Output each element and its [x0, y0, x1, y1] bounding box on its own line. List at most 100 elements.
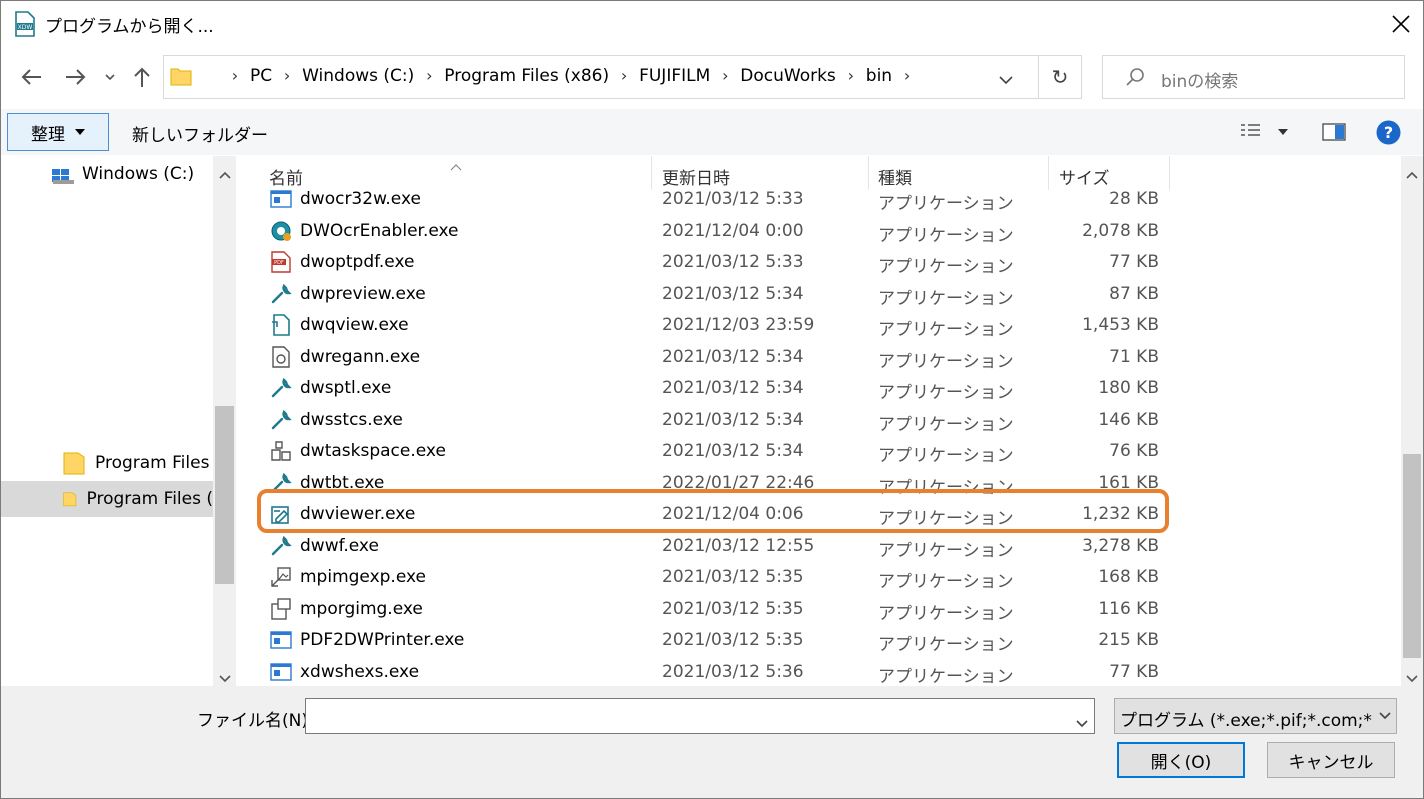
navigation-scrollbar[interactable] — [213, 156, 236, 686]
breadcrumb-windows-c[interactable]: Windows (C:) — [302, 66, 414, 86]
pdf-icon: PDF — [270, 251, 292, 273]
file-size: 180 KB — [1098, 378, 1159, 398]
nav-item-windows-c[interactable]: Windows (C:) — [51, 156, 194, 192]
breadcrumb-program-files-x86[interactable]: Program Files (x86) — [444, 66, 609, 86]
breadcrumb-fujifilm[interactable]: FUJIFILM — [639, 66, 710, 86]
nav-item-program-files-x86[interactable]: Program Files ( — [1, 481, 213, 517]
file-type: アプリケーション — [878, 288, 1014, 309]
column-name[interactable]: 名前 — [269, 164, 303, 189]
navigation-pane: Windows (C:) Program Files Program Files… — [1, 156, 236, 686]
organize-label: 整理 — [31, 124, 65, 145]
image-export-icon — [270, 566, 292, 588]
file-name: dwsptl.exe — [300, 378, 392, 398]
app-window-icon — [270, 190, 292, 210]
nav-item-program-files[interactable]: Program Files — [63, 445, 209, 481]
up-arrow-icon — [134, 67, 150, 87]
file-row[interactable]: DWOcrEnabler.exe 2021/12/04 0:00 アプリケーション 2… — [237, 216, 1401, 247]
file-date: 2021/12/04 0:00 — [662, 220, 804, 241]
ocr-gear-icon — [270, 220, 292, 242]
scroll-up-icon[interactable] — [219, 164, 231, 183]
file-row[interactable]: mporgimg.exe 2021/03/12 5:35 アプリケーション 116 K… — [237, 594, 1401, 625]
search-icon — [1125, 67, 1145, 91]
file-date: 2021/03/12 5:36 — [662, 661, 804, 682]
file-date: 2021/03/12 5:33 — [662, 190, 804, 209]
recent-locations-button[interactable] — [100, 63, 120, 91]
file-row[interactable]: mpimgexp.exe 2021/03/12 5:35 アプリケーション 168 K… — [237, 562, 1401, 593]
scroll-down-icon[interactable] — [219, 668, 231, 687]
breadcrumb-pc[interactable]: PC — [250, 66, 272, 86]
wrench-icon — [270, 283, 292, 305]
refresh-button[interactable]: ↻ — [1038, 55, 1082, 99]
folder-icon — [63, 452, 85, 475]
file-row[interactable]: PDF2DWPrinter.exe 2021/03/12 5:35 アプリケーション… — [237, 625, 1401, 656]
file-name: PDF2DWPrinter.exe — [300, 630, 465, 650]
address-dropdown-button[interactable] — [999, 70, 1013, 89]
organize-button[interactable]: 整理 — [7, 113, 109, 151]
forward-button[interactable] — [62, 63, 90, 91]
file-date: 2021/03/12 5:34 — [662, 346, 804, 367]
breadcrumb-bin[interactable]: bin — [866, 66, 892, 86]
file-type-dropdown-button[interactable] — [1373, 699, 1396, 733]
svg-text:PDF: PDF — [274, 260, 284, 266]
scroll-up-icon[interactable] — [1406, 164, 1418, 183]
search-input[interactable]: binの検索 — [1161, 67, 1238, 92]
file-list: dwocr32w.exe 2021/03/12 5:33 アプリケーション 28 KB… — [237, 190, 1401, 686]
file-size: 168 KB — [1098, 567, 1159, 587]
file-type-value: プログラム (*.exe;*.pif;*.com;*.bat — [1120, 711, 1397, 731]
scrollbar-thumb[interactable] — [1403, 454, 1421, 658]
image-organize-icon — [270, 597, 292, 620]
file-size: 215 KB — [1098, 630, 1159, 650]
file-row[interactable]: dwwf.exe 2021/03/12 12:55 アプリケーション 3,278 KB — [237, 531, 1401, 562]
scroll-down-icon[interactable] — [1406, 668, 1418, 687]
file-row[interactable]: dwregann.exe 2021/03/12 5:34 アプリケーション 71 KB — [237, 342, 1401, 373]
file-row[interactable]: dwsptl.exe 2021/03/12 5:34 アプリケーション 180 KB — [237, 373, 1401, 404]
cancel-button[interactable]: キャンセル — [1267, 742, 1395, 778]
column-date[interactable]: 更新日時 — [662, 164, 730, 189]
chevron-down-icon — [1379, 712, 1391, 720]
column-size[interactable]: サイズ — [1059, 164, 1110, 189]
wrench-icon — [270, 377, 292, 399]
file-name: dwtaskspace.exe — [300, 441, 446, 461]
back-button[interactable] — [17, 63, 45, 91]
file-row[interactable]: dwpreview.exe 2021/03/12 5:34 アプリケーション 87 K… — [237, 279, 1401, 310]
file-date: 2021/03/12 5:33 — [662, 252, 804, 272]
open-button[interactable]: 開く(O) — [1117, 742, 1245, 778]
file-name: dwqview.exe — [300, 315, 409, 335]
preview-pane-button[interactable] — [1322, 122, 1346, 146]
folder-icon — [170, 65, 192, 91]
file-name: xdwshexs.exe — [300, 661, 420, 682]
filename-dropdown-button[interactable] — [1076, 713, 1088, 732]
address-bar[interactable]: › PC › Windows (C:) › Program Files (x86… — [163, 55, 1082, 99]
file-size: 1,453 KB — [1082, 315, 1159, 335]
scrollbar-thumb[interactable] — [215, 406, 234, 584]
breadcrumb-docuworks[interactable]: DocuWorks — [740, 66, 836, 86]
filename-label: ファイル名(N): — [197, 711, 314, 731]
file-row[interactable]: dwsstcs.exe 2021/03/12 5:34 アプリケーション 146 KB — [237, 405, 1401, 436]
up-button[interactable] — [128, 63, 156, 91]
file-row[interactable]: dwqview.exe 2021/12/03 23:59 アプリケーション 1,453… — [237, 310, 1401, 341]
file-name: dwsstcs.exe — [300, 409, 403, 430]
folder-icon — [63, 492, 77, 507]
file-name: DWOcrEnabler.exe — [300, 220, 459, 241]
view-options-button[interactable] — [1239, 121, 1289, 145]
search-box[interactable]: binの検索 — [1102, 55, 1405, 99]
file-row[interactable]: PDF dwoptpdf.exe 2021/03/12 5:33 アプリケーション 77… — [237, 247, 1401, 278]
help-button[interactable]: ? — [1376, 120, 1401, 149]
file-row[interactable]: dwtaskspace.exe 2021/03/12 5:34 アプリケーション 76… — [237, 436, 1401, 467]
file-type-select[interactable]: プログラム (*.exe;*.pif;*.com;*.bat — [1114, 698, 1397, 734]
file-date: 2021/03/12 5:34 — [662, 283, 804, 304]
svg-text:?: ? — [1384, 123, 1393, 142]
wrench-icon — [270, 409, 292, 431]
file-type: アプリケーション — [878, 603, 1014, 624]
filename-field[interactable] — [305, 698, 1095, 734]
file-row[interactable]: dwocr32w.exe 2021/03/12 5:33 アプリケーション 28 KB — [237, 190, 1401, 215]
file-type: アプリケーション — [878, 666, 1014, 687]
close-button[interactable] — [1383, 7, 1419, 41]
close-icon — [1392, 15, 1410, 33]
column-type[interactable]: 種類 — [878, 164, 912, 189]
file-list-scrollbar[interactable] — [1401, 156, 1423, 686]
file-row[interactable]: xdwshexs.exe 2021/03/12 5:36 アプリケーション 77 KB — [237, 657, 1401, 687]
window-title: プログラムから開く... — [45, 17, 214, 37]
file-type: アプリケーション — [878, 225, 1014, 246]
new-folder-button[interactable]: 新しいフォルダー — [132, 121, 268, 146]
